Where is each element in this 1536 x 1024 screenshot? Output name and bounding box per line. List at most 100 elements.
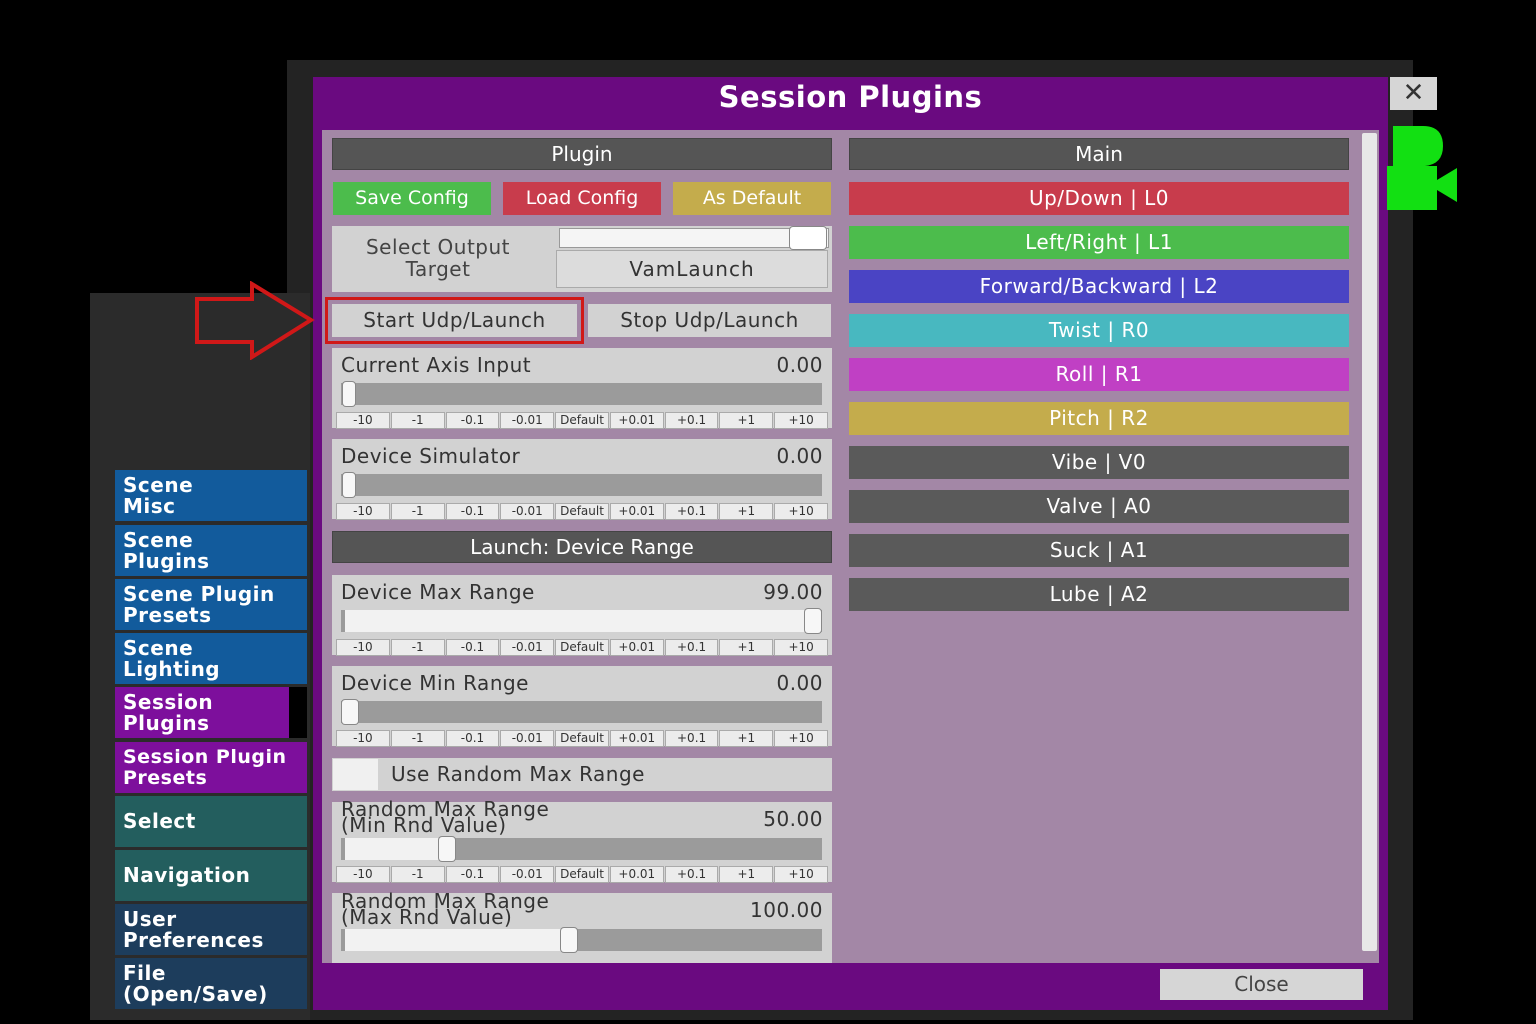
camera-icon[interactable] (1385, 122, 1460, 214)
step-plus-10[interactable]: +10 (775, 504, 828, 519)
current-axis-step-row: -10 -1 -0.1 -0.01 Default +0.01 +0.1 +1 … (337, 413, 828, 428)
step-minus-10[interactable]: -10 (337, 413, 389, 428)
random-min-step-row: -10 -1 -0.1 -0.01 Default +0.01 +0.1 +1 … (337, 867, 828, 882)
step-default[interactable]: Default (556, 867, 608, 882)
close-x-button[interactable]: ✕ (1390, 77, 1437, 110)
axis-lube-button[interactable]: Lube | A2 (849, 578, 1349, 611)
step-minus-1[interactable]: -1 (391, 640, 444, 655)
step-plus-0-01[interactable]: +0.01 (610, 867, 663, 882)
use-random-checkbox[interactable] (333, 759, 378, 790)
random-max-value: 100.00 (750, 898, 823, 922)
step-minus-0-01[interactable]: -0.01 (501, 867, 554, 882)
axis-left-right-button[interactable]: Left/Right | L1 (849, 226, 1349, 259)
step-plus-0-1[interactable]: +0.1 (665, 640, 718, 655)
axis-twist-button[interactable]: Twist | R0 (849, 314, 1349, 347)
step-minus-10[interactable]: -10 (337, 640, 389, 655)
step-plus-0-1[interactable]: +0.1 (665, 731, 718, 746)
step-minus-0-1[interactable]: -0.1 (446, 504, 499, 519)
save-config-button[interactable]: Save Config (333, 182, 491, 215)
device-min-slider[interactable] (341, 701, 822, 723)
step-minus-0-01[interactable]: -0.01 (501, 504, 554, 519)
menu-session-plugin-presets[interactable]: Session Plugin Presets (115, 742, 307, 793)
step-default[interactable]: Default (556, 731, 608, 746)
menu-scene-lighting[interactable]: Scene Lighting (115, 633, 307, 684)
stop-udp-launch-button[interactable]: Stop Udp/Launch (588, 304, 831, 337)
step-plus-10[interactable]: +10 (775, 413, 828, 428)
random-max-slider-handle[interactable] (561, 928, 577, 952)
axis-pitch-button[interactable]: Pitch | R2 (849, 402, 1349, 435)
step-minus-0-01[interactable]: -0.01 (501, 640, 554, 655)
select-output-scroll-handle[interactable] (790, 227, 826, 249)
step-plus-10[interactable]: +10 (775, 731, 828, 746)
axis-roll-button[interactable]: Roll | R1 (849, 358, 1349, 391)
menu-select[interactable]: Select (115, 796, 307, 847)
step-minus-1[interactable]: -1 (391, 413, 444, 428)
random-max-slider-fill (345, 929, 565, 951)
device-sim-slider[interactable] (341, 474, 822, 496)
step-minus-10[interactable]: -10 (337, 731, 389, 746)
menu-navigation[interactable]: Navigation (115, 850, 307, 901)
device-min-label: Device Min Range (341, 671, 529, 695)
random-max-label: Random Max Range (Max Rnd Value) (341, 889, 550, 929)
select-output-scroll[interactable] (560, 229, 828, 247)
step-plus-0-01[interactable]: +0.01 (610, 504, 663, 519)
device-sim-label: Device Simulator (341, 444, 521, 468)
menu-user-preferences[interactable]: User Preferences (115, 904, 307, 955)
as-default-button[interactable]: As Default (673, 182, 831, 215)
step-minus-0-1[interactable]: -0.1 (446, 731, 499, 746)
current-axis-label: Current Axis Input (341, 353, 532, 377)
step-minus-1[interactable]: -1 (391, 731, 444, 746)
step-plus-1[interactable]: +1 (720, 504, 773, 519)
step-plus-1[interactable]: +1 (720, 731, 773, 746)
random-min-slider-handle[interactable] (439, 837, 455, 861)
axis-valve-button[interactable]: Valve | A0 (849, 490, 1349, 523)
step-plus-1[interactable]: +1 (720, 413, 773, 428)
load-config-button[interactable]: Load Config (503, 182, 661, 215)
random-min-value: 50.00 (763, 807, 823, 831)
device-min-slider-handle[interactable] (342, 700, 358, 724)
random-min-label: Random Max Range (Min Rnd Value) (341, 797, 550, 837)
menu-session-plugins[interactable]: Session Plugins (115, 687, 289, 738)
step-plus-1[interactable]: +1 (720, 867, 773, 882)
step-plus-0-01[interactable]: +0.01 (610, 413, 663, 428)
current-axis-slider-handle[interactable] (343, 382, 355, 406)
step-plus-0-1[interactable]: +0.1 (665, 504, 718, 519)
step-plus-0-01[interactable]: +0.01 (610, 731, 663, 746)
step-default[interactable]: Default (556, 640, 608, 655)
step-minus-0-1[interactable]: -0.1 (446, 413, 499, 428)
axis-up-down-button[interactable]: Up/Down | L0 (849, 182, 1349, 215)
current-axis-slider[interactable] (341, 383, 822, 405)
device-max-slider-fill (345, 610, 812, 632)
step-minus-0-01[interactable]: -0.01 (501, 731, 554, 746)
step-plus-0-1[interactable]: +0.1 (665, 413, 718, 428)
select-output-dropdown[interactable]: VamLaunch (557, 251, 827, 287)
step-minus-10[interactable]: -10 (337, 504, 389, 519)
axis-forward-backward-button[interactable]: Forward/Backward | L2 (849, 270, 1349, 303)
menu-active-indicator (289, 687, 307, 738)
device-max-step-row: -10 -1 -0.1 -0.01 Default +0.01 +0.1 +1 … (337, 640, 828, 655)
step-minus-10[interactable]: -10 (337, 867, 389, 882)
main-header: Main (849, 138, 1349, 170)
step-minus-1[interactable]: -1 (391, 504, 444, 519)
scrollbar-thumb[interactable] (1362, 133, 1377, 951)
device-max-slider-handle[interactable] (805, 609, 821, 633)
axis-suck-button[interactable]: Suck | A1 (849, 534, 1349, 567)
step-plus-10[interactable]: +10 (775, 867, 828, 882)
step-plus-0-1[interactable]: +0.1 (665, 867, 718, 882)
step-default[interactable]: Default (556, 413, 608, 428)
menu-scene-misc[interactable]: Scene Misc (115, 470, 307, 521)
step-plus-1[interactable]: +1 (720, 640, 773, 655)
menu-scene-plugins[interactable]: Scene Plugins (115, 525, 307, 576)
step-minus-1[interactable]: -1 (391, 867, 444, 882)
step-minus-0-1[interactable]: -0.1 (446, 867, 499, 882)
step-plus-10[interactable]: +10 (775, 640, 828, 655)
step-minus-0-1[interactable]: -0.1 (446, 640, 499, 655)
menu-file-open-save[interactable]: File (Open/Save) (115, 958, 307, 1009)
menu-scene-plugin-presets[interactable]: Scene Plugin Presets (115, 579, 307, 630)
step-minus-0-01[interactable]: -0.01 (501, 413, 554, 428)
step-default[interactable]: Default (556, 504, 608, 519)
device-sim-slider-handle[interactable] (343, 473, 355, 497)
step-plus-0-01[interactable]: +0.01 (610, 640, 663, 655)
axis-vibe-button[interactable]: Vibe | V0 (849, 446, 1349, 479)
close-button[interactable]: Close (1160, 969, 1363, 1000)
